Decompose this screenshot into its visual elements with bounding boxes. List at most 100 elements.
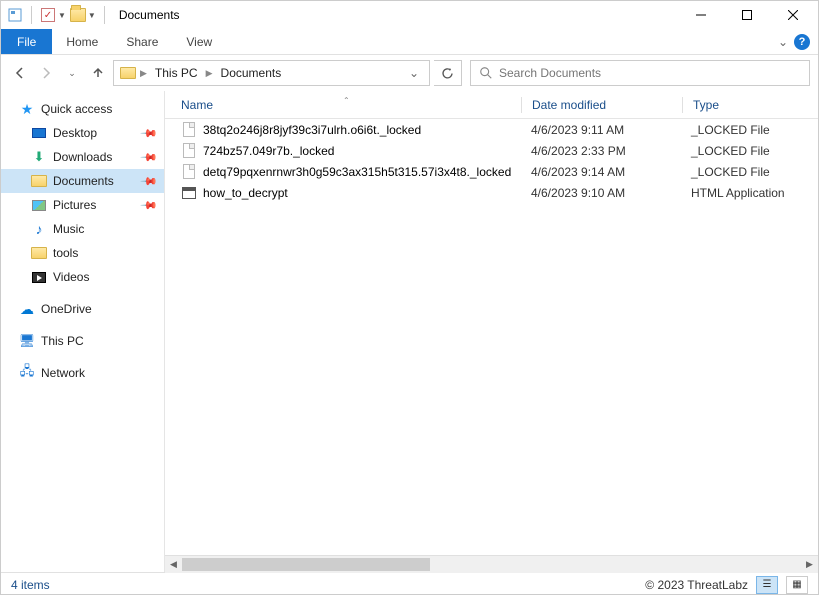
search-box[interactable] (470, 60, 810, 86)
sidebar-quick-access[interactable]: ★ Quick access (1, 97, 164, 121)
title-bar: ✓ ▼ ▼ Documents (1, 1, 818, 29)
sidebar-label: Quick access (41, 102, 112, 116)
nav-bar: ⌄ ▶ This PC ▶ Documents ⌄ (1, 55, 818, 91)
tab-share[interactable]: Share (112, 29, 172, 54)
view-details-button[interactable]: ☰ (756, 576, 778, 594)
onedrive-icon: ☁ (19, 301, 35, 317)
file-icon (181, 164, 197, 180)
network-icon: 🖧 (19, 365, 35, 381)
file-name: 38tq2o246j8r8jyf39c3i7ulrh.o6i6t._locked (203, 123, 421, 137)
folder-icon (70, 7, 86, 23)
sidebar-item-downloads[interactable]: ⬇ Downloads 📌 (1, 145, 164, 169)
file-type: _LOCKED File (681, 144, 818, 158)
forward-button[interactable] (35, 62, 57, 84)
scroll-right-icon[interactable]: ▶ (801, 556, 818, 573)
column-name[interactable]: Name ⌃ (165, 98, 521, 112)
sidebar-label: Pictures (53, 198, 96, 212)
column-date[interactable]: Date modified (522, 98, 682, 112)
tab-home[interactable]: Home (52, 29, 112, 54)
sidebar-label: Downloads (53, 150, 112, 164)
app-icon (7, 7, 23, 23)
crumb-documents[interactable]: Documents (217, 64, 286, 82)
refresh-button[interactable] (434, 60, 462, 86)
sidebar-this-pc[interactable]: 🖥 This PC (1, 329, 164, 353)
crumb-this-pc[interactable]: This PC (151, 64, 202, 82)
search-icon (479, 66, 493, 80)
qat-properties-icon[interactable]: ✓ (40, 7, 56, 23)
up-button[interactable] (87, 62, 109, 84)
sidebar-item-desktop[interactable]: Desktop 📌 (1, 121, 164, 145)
search-input[interactable] (499, 66, 801, 80)
pin-icon: 📌 (140, 172, 159, 191)
sidebar-item-music[interactable]: ♪ Music (1, 217, 164, 241)
qat-separator-2 (104, 6, 105, 24)
column-headers: Name ⌃ Date modified Type (165, 91, 818, 119)
file-icon (181, 143, 197, 159)
sidebar-item-pictures[interactable]: Pictures 📌 (1, 193, 164, 217)
hta-icon (181, 185, 197, 201)
sidebar-label: Desktop (53, 126, 97, 140)
back-button[interactable] (9, 62, 31, 84)
column-label: Name (181, 98, 213, 112)
file-row[interactable]: 38tq2o246j8r8jyf39c3i7ulrh.o6i6t._locked… (165, 119, 818, 140)
file-date: 4/6/2023 9:10 AM (521, 186, 681, 200)
pin-icon: 📌 (140, 196, 159, 215)
star-icon: ★ (19, 101, 35, 117)
view-large-button[interactable]: ▦ (786, 576, 808, 594)
minimize-button[interactable] (678, 1, 724, 29)
file-list[interactable]: 38tq2o246j8r8jyf39c3i7ulrh.o6i6t._locked… (165, 119, 818, 555)
help-icon[interactable]: ? (794, 34, 810, 50)
file-row[interactable]: detq79pqxenrnwr3h0g59c3ax315h5t315.57i3x… (165, 161, 818, 182)
crumb-sep-icon[interactable]: ▶ (206, 68, 213, 79)
sidebar-label: This PC (41, 334, 84, 348)
file-type: _LOCKED File (681, 123, 818, 137)
file-date: 4/6/2023 9:14 AM (521, 165, 681, 179)
location-folder-icon (120, 65, 136, 81)
file-tab[interactable]: File (1, 29, 52, 54)
crumb-sep-icon[interactable]: ▶ (140, 68, 147, 79)
sidebar-item-documents[interactable]: Documents 📌 (1, 169, 164, 193)
sidebar-item-tools[interactable]: tools (1, 241, 164, 265)
file-date: 4/6/2023 9:11 AM (521, 123, 681, 137)
maximize-button[interactable] (724, 1, 770, 29)
pin-icon: 📌 (140, 148, 159, 167)
sidebar-label: OneDrive (41, 302, 92, 316)
pc-icon: 🖥 (19, 333, 35, 349)
sidebar-onedrive[interactable]: ☁ OneDrive (1, 297, 164, 321)
horizontal-scrollbar[interactable]: ◀ ▶ (165, 555, 818, 572)
tab-view[interactable]: View (172, 29, 226, 54)
content-pane: Name ⌃ Date modified Type 38tq2o246j8r8j… (165, 91, 818, 572)
close-button[interactable] (770, 1, 816, 29)
pin-icon: 📌 (140, 124, 159, 143)
scroll-thumb[interactable] (182, 558, 430, 571)
window-title: Documents (119, 8, 180, 22)
file-type: _LOCKED File (681, 165, 818, 179)
file-icon (181, 122, 197, 138)
scroll-left-icon[interactable]: ◀ (165, 556, 182, 573)
file-row[interactable]: how_to_decrypt 4/6/2023 9:10 AM HTML App… (165, 182, 818, 203)
sort-indicator-icon: ⌃ (343, 96, 350, 105)
qat-dropdown-icon[interactable]: ▼ (58, 11, 66, 20)
video-icon (31, 269, 47, 285)
status-bar: 4 items © 2023 ThreatLabz ☰ ▦ (1, 572, 818, 596)
column-type[interactable]: Type (683, 98, 818, 112)
qat-customize-icon[interactable]: ▼ (88, 11, 96, 20)
sidebar-network[interactable]: 🖧 Network (1, 361, 164, 385)
music-icon: ♪ (31, 221, 47, 237)
file-date: 4/6/2023 2:33 PM (521, 144, 681, 158)
download-icon: ⬇ (31, 149, 47, 165)
sidebar-item-videos[interactable]: Videos (1, 265, 164, 289)
address-bar[interactable]: ▶ This PC ▶ Documents ⌄ (113, 60, 430, 86)
recent-locations-button[interactable]: ⌄ (61, 62, 83, 84)
file-name: how_to_decrypt (203, 186, 288, 200)
qat-separator (31, 6, 32, 24)
scroll-track[interactable] (182, 556, 801, 573)
file-row[interactable]: 724bz57.049r7b._locked 4/6/2023 2:33 PM … (165, 140, 818, 161)
item-count: 4 items (11, 578, 50, 592)
folder-icon (31, 245, 47, 261)
folder-icon (31, 173, 47, 189)
file-type: HTML Application (681, 186, 818, 200)
ribbon-expand-icon[interactable]: ⌄ (778, 35, 788, 49)
watermark: © 2023 ThreatLabz (645, 578, 748, 592)
address-dropdown-icon[interactable]: ⌄ (405, 66, 423, 80)
